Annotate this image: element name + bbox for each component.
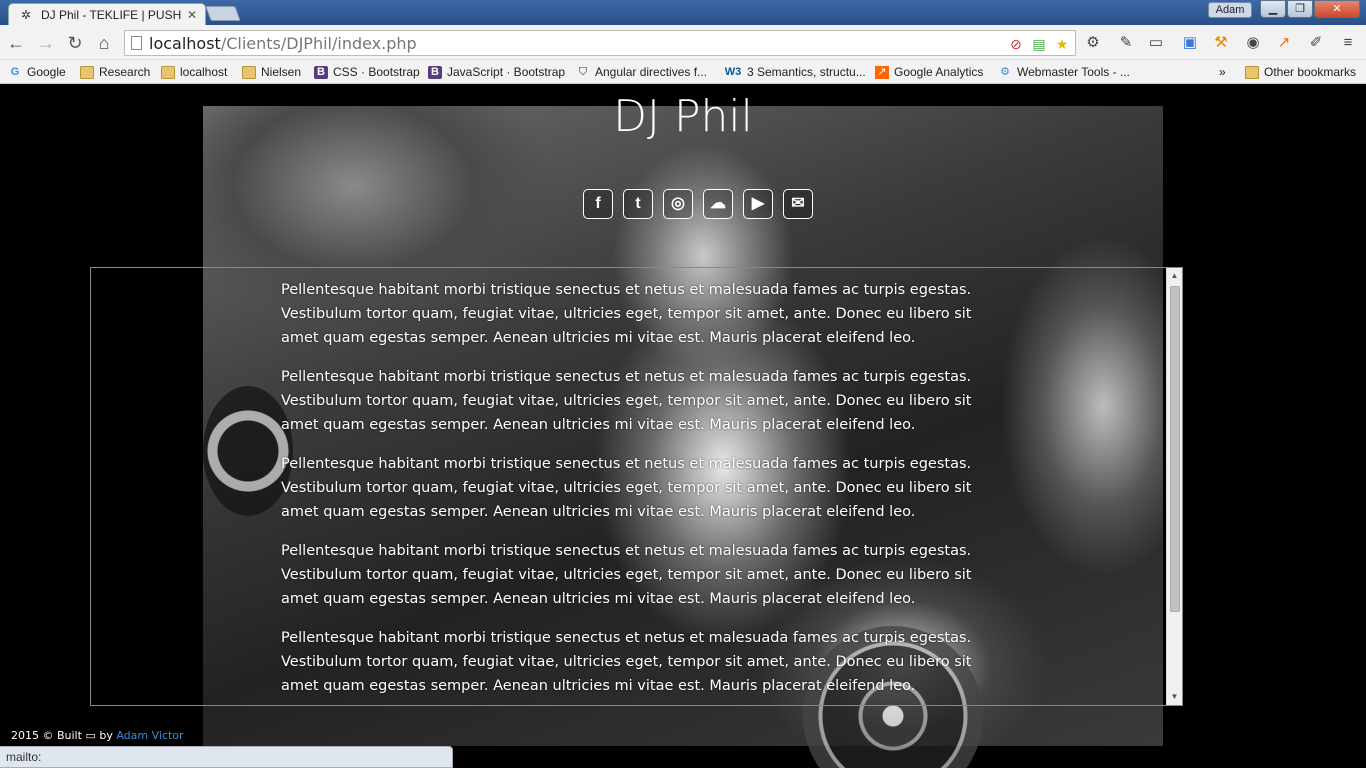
bio-content: Pellentesque habitant morbi tristique se… bbox=[281, 278, 981, 705]
instagram-icon[interactable]: ◎ bbox=[663, 189, 693, 219]
gear-icon: ✲ bbox=[21, 8, 32, 22]
forward-arrow-icon[interactable]: → bbox=[36, 33, 56, 53]
bookmark-css-bootstrap[interactable]: B CSS · Bootstrap bbox=[314, 63, 420, 81]
menu-icon[interactable]: ≡ bbox=[1338, 33, 1358, 53]
bio-paragraph: Pellentesque habitant morbi tristique se… bbox=[281, 369, 972, 433]
social-links: f t ◎ ☁ ▶ ✉ bbox=[583, 189, 813, 219]
ruler-icon[interactable]: ▭ bbox=[1146, 33, 1166, 53]
scroll-thumb[interactable] bbox=[1170, 286, 1180, 612]
bookmark-localhost[interactable]: localhost bbox=[161, 63, 227, 81]
bio-paragraph: Pellentesque habitant morbi tristique se… bbox=[281, 543, 972, 607]
bookmark-nielsen[interactable]: Nielsen bbox=[242, 63, 301, 81]
analytics-extension-icon[interactable]: ↗ bbox=[1274, 33, 1294, 53]
settings-gear-icon[interactable]: ⚙ bbox=[1083, 33, 1103, 53]
tab-title: DJ Phil - TEKLIFE | PUSH BI bbox=[41, 8, 181, 22]
footer-by: by bbox=[99, 729, 113, 742]
bookmark-w3-semantics[interactable]: W3 3 Semantics, structu... bbox=[724, 63, 866, 81]
folder-icon bbox=[1245, 65, 1259, 79]
bio-paragraph: Pellentesque habitant morbi tristique se… bbox=[281, 630, 972, 694]
bookmark-google-analytics[interactable]: ↗ Google Analytics bbox=[875, 63, 983, 81]
close-icon[interactable]: ✕ bbox=[187, 8, 197, 22]
rss-icon[interactable]: ▤ bbox=[1030, 35, 1048, 53]
cup-icon[interactable]: ◉ bbox=[1243, 33, 1263, 53]
shield-icon: ⛉ bbox=[578, 65, 588, 78]
bookmark-research[interactable]: Research bbox=[80, 63, 150, 81]
address-bar[interactable]: localhost/Clients/DJPhil/index.php ⊘ ▤ ★ bbox=[124, 30, 1076, 56]
reload-icon[interactable]: ↻ bbox=[65, 33, 85, 53]
bookmark-google[interactable]: G Google bbox=[8, 63, 66, 81]
pen-icon[interactable]: ✐ bbox=[1306, 33, 1326, 53]
eyedropper-icon[interactable]: ✎ bbox=[1116, 33, 1136, 53]
bookmarks-bar: G Google Research localhost Nielsen B CSS … bbox=[0, 60, 1366, 84]
twitter-icon[interactable]: t bbox=[623, 189, 653, 219]
bootstrap-icon: B bbox=[314, 65, 328, 79]
bootstrap-icon: B bbox=[428, 65, 442, 79]
email-icon[interactable]: ✉ bbox=[783, 189, 813, 219]
page-icon bbox=[131, 36, 142, 50]
home-icon[interactable]: ⌂ bbox=[94, 33, 114, 53]
webmaster-icon: ⚙ bbox=[1000, 65, 1010, 78]
other-bookmarks-folder[interactable]: Other bookmarks bbox=[1245, 63, 1356, 81]
youtube-icon[interactable]: ▶ bbox=[743, 189, 773, 219]
browser-status-bar: mailto: bbox=[0, 746, 453, 768]
new-tab-button[interactable] bbox=[205, 6, 241, 21]
facebook-icon[interactable]: f bbox=[583, 189, 613, 219]
google-icon: G bbox=[10, 65, 20, 78]
bio-scrollbar[interactable]: ▲ ▼ bbox=[1166, 268, 1182, 705]
footer-copyright: 2015 © Built bbox=[11, 729, 82, 742]
blocked-icon[interactable]: ⊘ bbox=[1007, 35, 1025, 53]
minimize-button[interactable]: ▁ bbox=[1260, 0, 1286, 18]
folder-icon bbox=[161, 65, 175, 79]
bio-paragraph: Pellentesque habitant morbi tristique se… bbox=[281, 282, 972, 346]
monitor-icon: ▭ bbox=[85, 729, 96, 742]
browser-tab-active[interactable]: ✲ DJ Phil - TEKLIFE | PUSH BI ✕ bbox=[8, 3, 206, 26]
star-icon[interactable]: ★ bbox=[1053, 35, 1071, 53]
bookmark-webmaster-tools[interactable]: ⚙ Webmaster Tools - ... bbox=[998, 63, 1130, 81]
window-close-button[interactable]: ✕ bbox=[1314, 0, 1360, 18]
folder-icon bbox=[242, 65, 256, 79]
w3-icon: W3 bbox=[724, 65, 742, 78]
window-titlebar: ✲ DJ Phil - TEKLIFE | PUSH BI ✕ Adam ▁ ❐… bbox=[0, 0, 1366, 26]
bookmark-js-bootstrap[interactable]: B JavaScript · Bootstrap bbox=[428, 63, 565, 81]
site-footer: 2015 © Built ▭ by Adam Victor bbox=[11, 729, 184, 742]
author-link[interactable]: Adam Victor bbox=[116, 729, 183, 742]
analytics-icon: ↗ bbox=[875, 65, 889, 79]
site-title: DJ Phil bbox=[613, 91, 753, 142]
screenshot-icon[interactable]: ▣ bbox=[1180, 33, 1200, 53]
bio-scroll-box[interactable]: Pellentesque habitant morbi tristique se… bbox=[90, 267, 1183, 706]
scroll-up-arrow-icon[interactable]: ▲ bbox=[1167, 268, 1182, 284]
maximize-button[interactable]: ❐ bbox=[1287, 0, 1313, 18]
url-text[interactable]: localhost/Clients/DJPhil/index.php bbox=[149, 34, 417, 53]
back-arrow-icon[interactable]: ← bbox=[6, 33, 26, 53]
soundcloud-icon[interactable]: ☁ bbox=[703, 189, 733, 219]
bookmarks-overflow-button[interactable]: » bbox=[1219, 63, 1226, 81]
scroll-down-arrow-icon[interactable]: ▼ bbox=[1167, 689, 1182, 705]
user-profile-badge[interactable]: Adam bbox=[1208, 2, 1252, 18]
bookmark-angular[interactable]: ⛉ Angular directives f... bbox=[576, 63, 707, 81]
browser-toolbar: ← → ↻ ⌂ localhost/Clients/DJPhil/index.p… bbox=[0, 25, 1366, 60]
page-viewport: DJ Phil f t ◎ ☁ ▶ ✉ Pellentesque habitan… bbox=[0, 85, 1366, 768]
tool-icon[interactable]: ⚒ bbox=[1211, 33, 1231, 53]
folder-icon bbox=[80, 65, 94, 79]
bio-paragraph: Pellentesque habitant morbi tristique se… bbox=[281, 456, 972, 520]
